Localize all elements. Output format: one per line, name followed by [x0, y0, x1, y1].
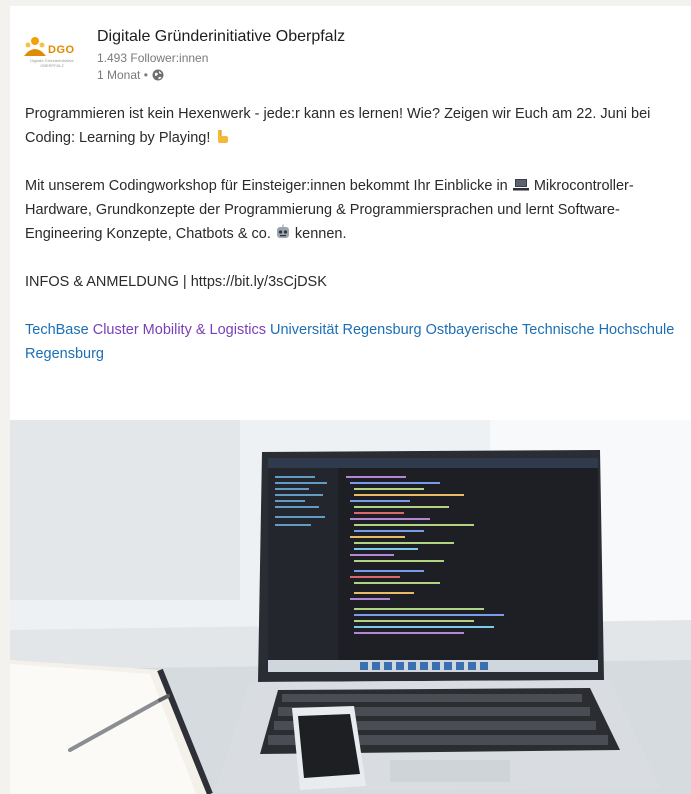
post-card: DGO Digitale Gründerinitiative OBERPFALZ…: [10, 6, 691, 794]
hand-pointing-icon: [218, 130, 229, 143]
paragraph-1-text: Programmieren ist kein Hexenwerk - jede:…: [25, 106, 651, 146]
post-image[interactable]: [10, 420, 691, 794]
post-time: 1 Monat •: [97, 68, 148, 82]
post-mentions: TechBase Cluster Mobility & Logistics Un…: [25, 318, 685, 366]
post-meta: 1 Monat •: [97, 68, 164, 82]
mention-cluster-mobility[interactable]: Cluster Mobility & Logistics: [93, 322, 266, 338]
follower-count: 1.493 Follower:innen: [97, 51, 209, 65]
mention-uni-regensburg[interactable]: Universität Regensburg: [270, 322, 422, 338]
post-paragraph-2: Mit unserem Codingworkshop für Einsteige…: [25, 174, 685, 246]
laptop-desk-photo: [10, 420, 691, 794]
laptop-icon: [512, 179, 529, 191]
post-body: Programmieren ist kein Hexenwerk - jede:…: [25, 102, 685, 366]
logo-wordmark: DGO: [48, 44, 75, 56]
post-header: DGO Digitale Gründerinitiative OBERPFALZ…: [10, 6, 691, 84]
company-logo[interactable]: DGO Digitale Gründerinitiative OBERPFALZ: [22, 34, 82, 72]
paragraph-2-text-c: kennen.: [294, 226, 347, 242]
author-name[interactable]: Digitale Gründerinitiative Oberpfalz: [97, 28, 345, 46]
logo-subtext: Digitale Gründerinitiative OBERPFALZ: [30, 58, 74, 68]
laptop-keyboard: [215, 680, 660, 792]
logo-figure-icon: [24, 37, 46, 56]
paragraph-2-text-a: Mit unserem Codingworkshop für Einsteige…: [25, 178, 508, 194]
smartphone: [292, 706, 366, 790]
mention-techbase[interactable]: TechBase: [25, 322, 89, 338]
laptop-screen: [258, 450, 604, 682]
globe-icon: [152, 69, 164, 81]
robot-icon: [276, 224, 289, 238]
post-paragraph-3[interactable]: INFOS & ANMELDUNG | https://bit.ly/3sCjD…: [25, 270, 685, 294]
post-paragraph-1: Programmieren ist kein Hexenwerk - jede:…: [25, 102, 685, 150]
